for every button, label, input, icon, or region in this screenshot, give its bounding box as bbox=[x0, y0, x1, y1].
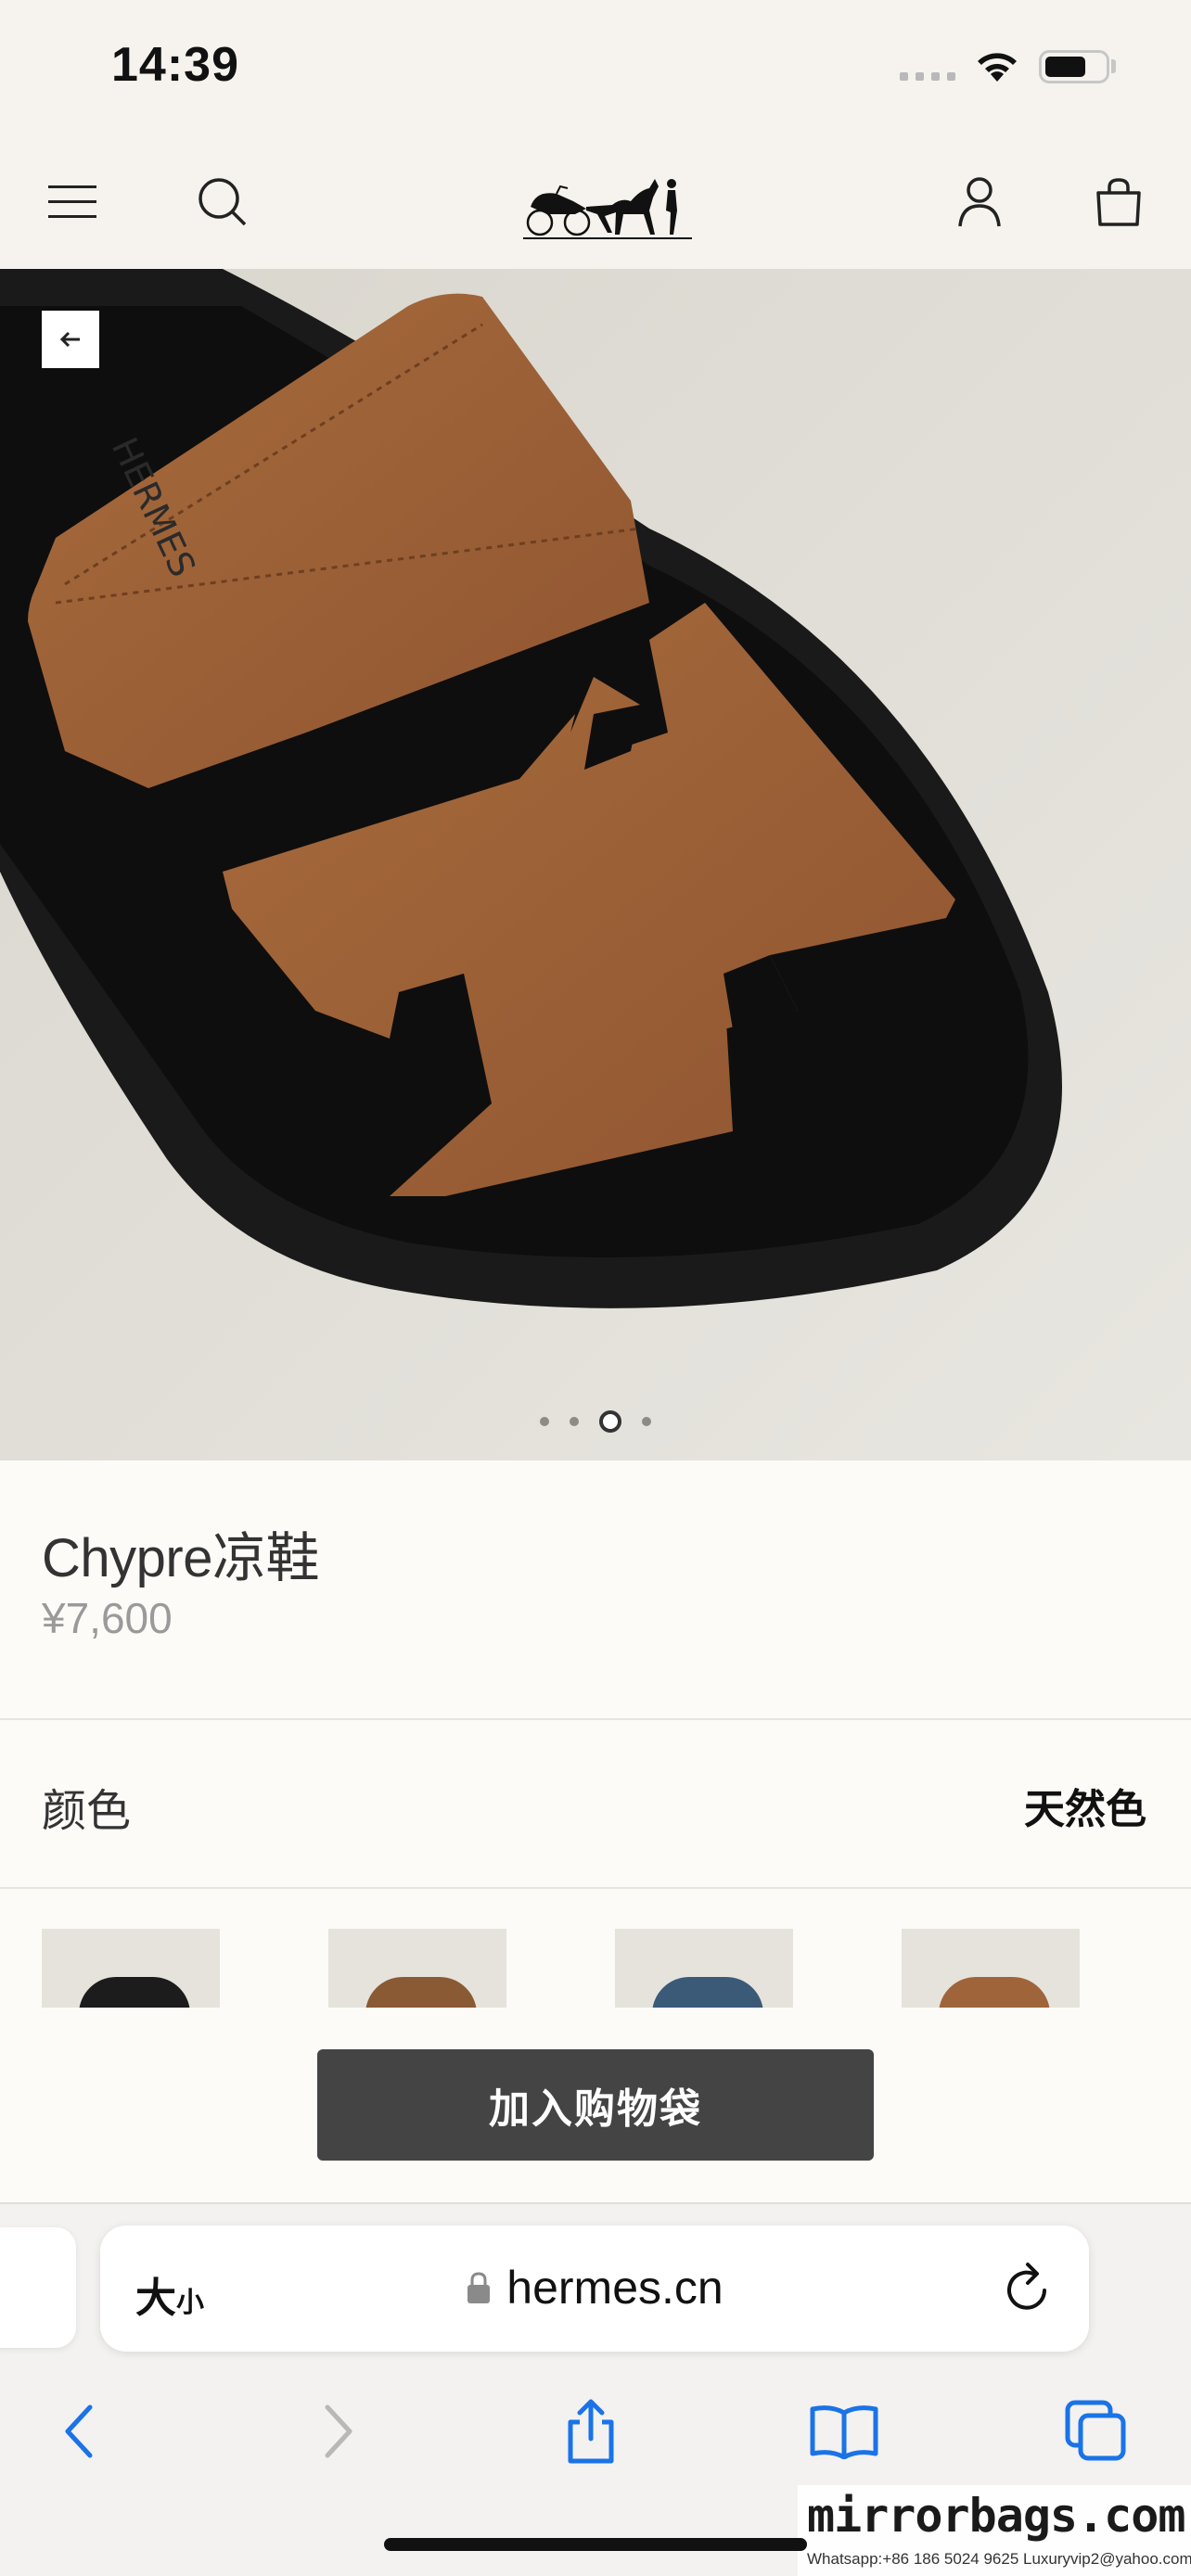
product-photo-sandal: HERMES bbox=[0, 269, 1191, 1460]
browser-forward-button[interactable] bbox=[301, 2394, 376, 2468]
cellular-signal-icon bbox=[900, 72, 955, 81]
arrow-left-icon bbox=[59, 331, 80, 348]
browser-toolbar bbox=[0, 2380, 1191, 2482]
product-name: Chypre凉鞋 bbox=[42, 1528, 319, 1588]
carousel-dot[interactable] bbox=[570, 1417, 579, 1426]
back-button[interactable] bbox=[42, 311, 99, 368]
watermark-contact: Whatsapp:+86 186 5024 9625 Luxuryvip2@ya… bbox=[807, 2550, 1191, 2568]
shopping-bag-icon bbox=[1096, 178, 1141, 226]
carousel-dot-active[interactable] bbox=[599, 1410, 621, 1433]
color-swatch-list bbox=[0, 1929, 1191, 2008]
shopping-bag-button[interactable] bbox=[1083, 167, 1154, 237]
reload-icon[interactable] bbox=[1002, 2261, 1054, 2316]
page: 14:39 HERMES Chypre凉鞋 ¥7,600 颜色 天然色 加入购物… bbox=[0, 0, 1191, 2576]
previous-tab-preview[interactable] bbox=[0, 2227, 76, 2348]
carousel-pagination[interactable] bbox=[0, 1410, 1191, 1433]
search-button[interactable] bbox=[187, 167, 258, 237]
add-to-bag-button[interactable]: 加入购物袋 bbox=[317, 2049, 874, 2161]
user-icon bbox=[958, 177, 1001, 227]
selected-color: 天然色 bbox=[1024, 1787, 1146, 1832]
battery-level bbox=[1045, 57, 1086, 77]
tabs-icon bbox=[1065, 2400, 1126, 2461]
share-button[interactable] bbox=[554, 2394, 628, 2468]
color-label: 颜色 bbox=[42, 1787, 132, 1836]
battery-tip bbox=[1111, 59, 1116, 73]
back-icon bbox=[65, 2404, 93, 2458]
hermes-carriage-logo[interactable] bbox=[519, 153, 696, 246]
carousel-dot[interactable] bbox=[540, 1417, 549, 1426]
color-swatch-tan[interactable] bbox=[902, 1929, 1080, 2008]
color-swatch-blue[interactable] bbox=[615, 1929, 793, 2008]
swatch-shoe-image bbox=[939, 1977, 1050, 2008]
bookmarks-button[interactable] bbox=[807, 2394, 881, 2468]
status-time: 14:39 bbox=[111, 38, 239, 92]
url-display[interactable]: hermes.cn bbox=[100, 2261, 1089, 2315]
site-header bbox=[0, 134, 1191, 269]
product-image-carousel[interactable]: HERMES bbox=[0, 269, 1191, 1460]
hamburger-menu-icon bbox=[48, 185, 96, 218]
tabs-button[interactable] bbox=[1059, 2394, 1133, 2468]
watermark-brand: mirrorbags.com bbox=[807, 2489, 1185, 2543]
battery-icon bbox=[1039, 50, 1109, 83]
search-icon bbox=[198, 178, 247, 226]
swatch-shoe-image bbox=[79, 1977, 190, 2008]
lock-icon bbox=[467, 2272, 491, 2303]
home-indicator[interactable] bbox=[384, 2538, 807, 2551]
swatch-shoe-image bbox=[652, 1977, 763, 2008]
bookmarks-icon bbox=[810, 2405, 878, 2459]
url-text: hermes.cn bbox=[506, 2262, 724, 2314]
address-bar[interactable]: 大小 hermes.cn bbox=[100, 2225, 1089, 2352]
color-selector[interactable]: 颜色 天然色 bbox=[0, 1720, 1191, 1889]
color-swatch-natural[interactable] bbox=[328, 1929, 506, 2008]
share-icon bbox=[568, 2399, 614, 2464]
account-button[interactable] bbox=[944, 167, 1015, 237]
menu-button[interactable] bbox=[37, 167, 108, 237]
status-bar: 14:39 bbox=[0, 0, 1191, 134]
carousel-dot[interactable] bbox=[642, 1417, 651, 1426]
watermark: mirrorbags.com Whatsapp:+86 186 5024 962… bbox=[798, 2485, 1191, 2576]
product-price: ¥7,600 bbox=[42, 1594, 173, 1642]
wifi-icon bbox=[978, 53, 1017, 82]
color-swatch-black[interactable] bbox=[42, 1929, 220, 2008]
swatch-shoe-image bbox=[365, 1977, 477, 2008]
product-info: Chypre凉鞋 ¥7,600 bbox=[0, 1460, 1191, 1720]
forward-icon bbox=[325, 2404, 352, 2458]
browser-back-button[interactable] bbox=[42, 2394, 116, 2468]
